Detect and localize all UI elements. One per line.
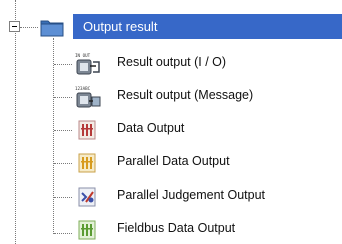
tree-item-result-output-message[interactable]: 123ABC Result output (Message) <box>0 81 342 111</box>
output-result-tree: Output result IN OUT Result output (I / … <box>0 0 342 244</box>
collapse-expander[interactable] <box>9 21 20 32</box>
tree-line-root <box>20 27 38 28</box>
parallel-data-output-icon <box>78 153 96 173</box>
fieldbus-data-output-icon <box>78 220 96 240</box>
tree-item-result-output-io[interactable]: IN OUT Result output (I / O) <box>0 48 342 78</box>
parallel-judgement-output-icon <box>78 187 96 207</box>
svg-text:IN OUT: IN OUT <box>75 53 91 58</box>
tree-item-output-result[interactable]: Output result <box>73 14 342 39</box>
tree-item-label: Output result <box>83 19 158 34</box>
data-output-icon <box>78 120 96 140</box>
tree-item-label: Data Output <box>117 121 185 135</box>
tree-item-label: Result output (I / O) <box>117 55 227 69</box>
folder-icon <box>40 20 64 37</box>
tree-item-label: Parallel Judgement Output <box>117 188 266 202</box>
tree-item-parallel-judgement-output[interactable]: Parallel Judgement Output <box>0 181 342 211</box>
tree-item-parallel-data-output[interactable]: Parallel Data Output <box>0 147 342 177</box>
tree-item-label: Result output (Message) <box>117 88 254 102</box>
tree-item-fieldbus-data-output[interactable]: Fieldbus Data Output <box>0 214 342 244</box>
tree-item-label: Parallel Data Output <box>117 154 230 168</box>
svg-text:123ABC: 123ABC <box>75 86 91 91</box>
tree-item-label: Fieldbus Data Output <box>117 221 236 235</box>
io-output-icon: IN OUT <box>75 53 100 75</box>
message-output-icon: 123ABC <box>75 86 101 108</box>
tree-item-data-output[interactable]: Data Output <box>0 114 342 144</box>
